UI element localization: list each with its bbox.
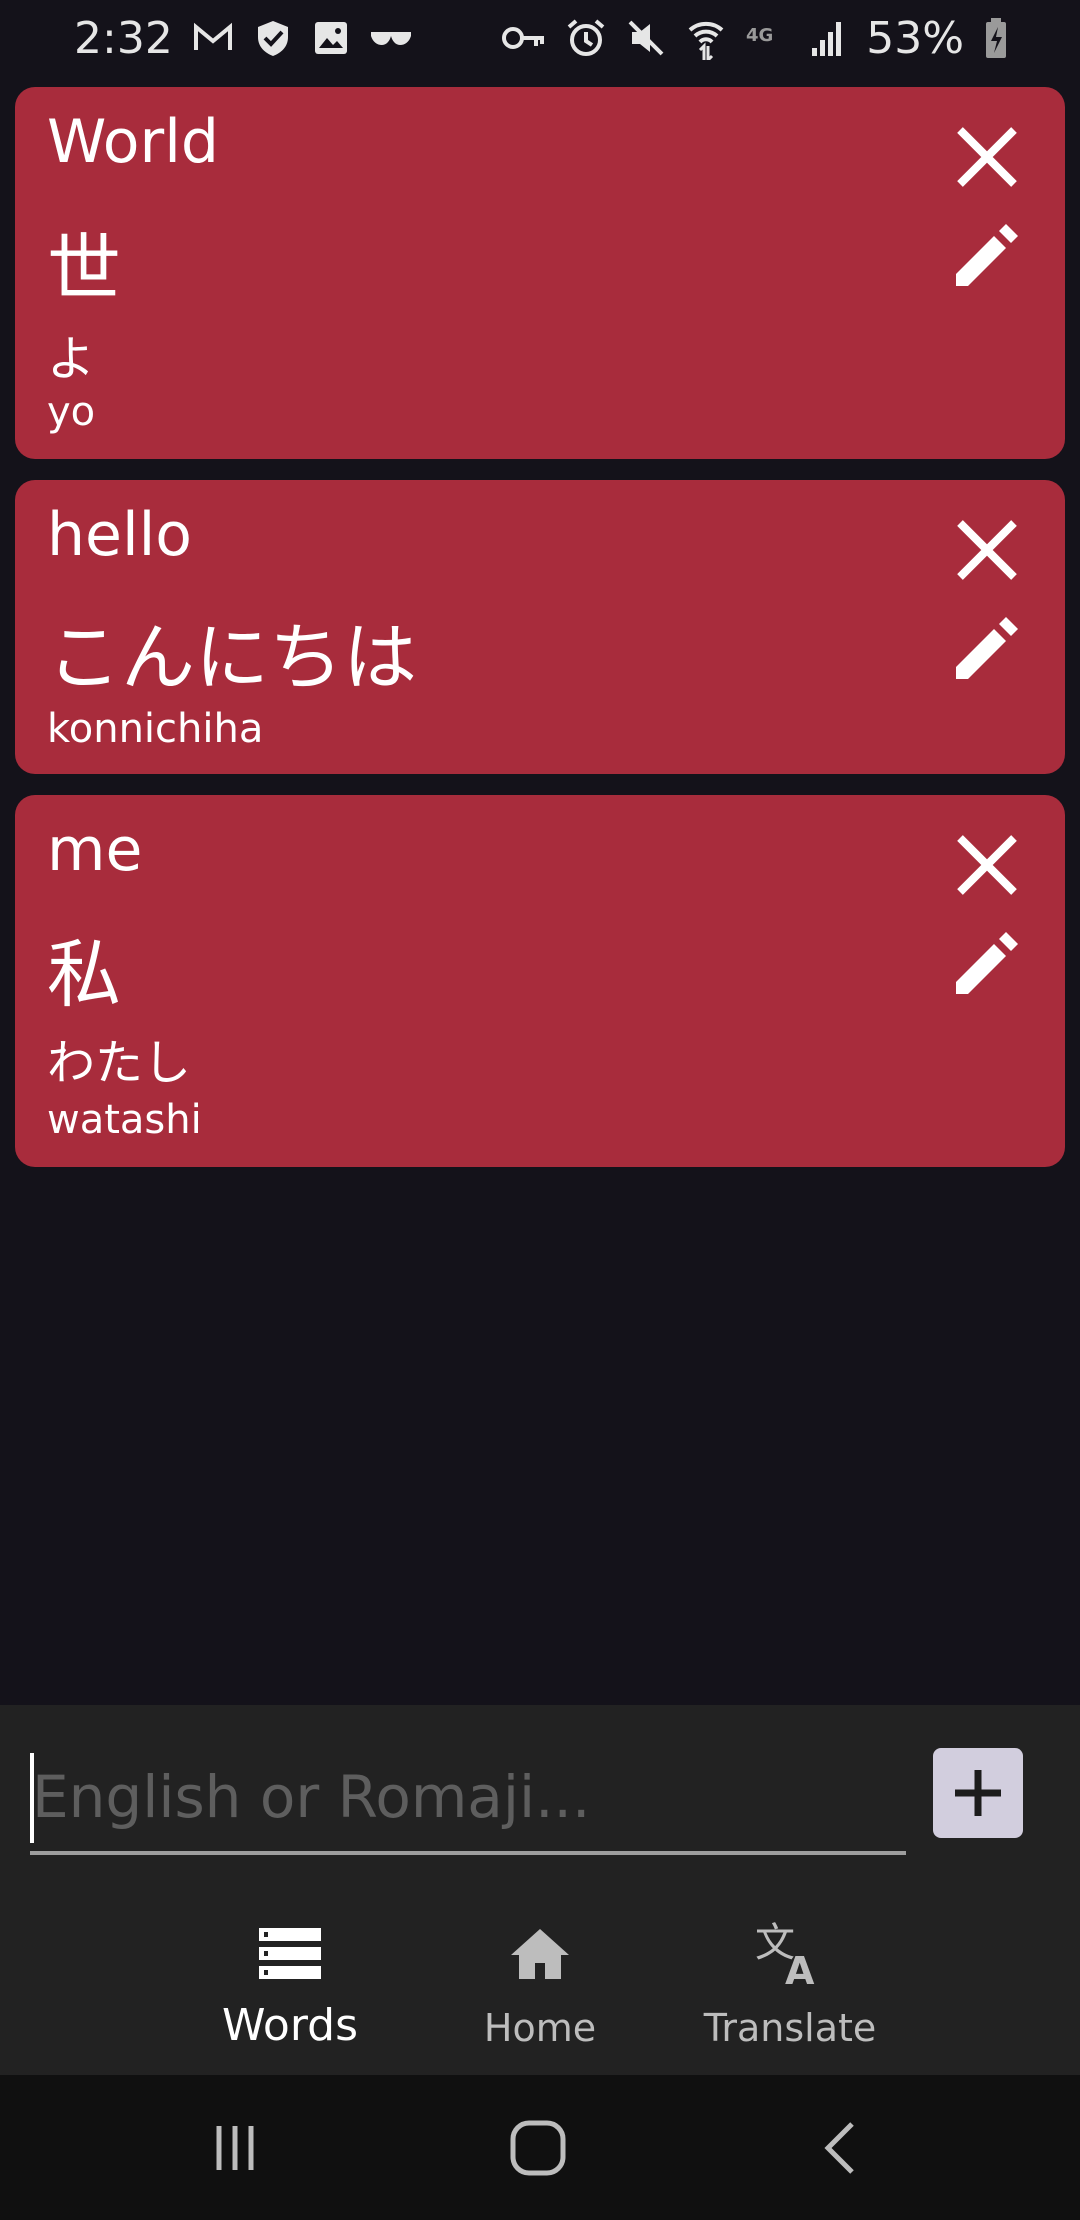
screen: 2:32 4G 53% World 世 よ yo hello こんにちは kon… bbox=[0, 0, 1080, 2220]
add-button[interactable] bbox=[933, 1748, 1023, 1838]
card-romaji: yo bbox=[47, 389, 96, 435]
svg-text:A: A bbox=[785, 1949, 815, 1986]
nav-item-words[interactable]: Words bbox=[160, 1914, 420, 2064]
word-input[interactable]: English or Romaji... bbox=[30, 1745, 906, 1855]
alarm-icon bbox=[566, 18, 606, 58]
signal-icon bbox=[810, 18, 846, 58]
delete-button[interactable] bbox=[949, 119, 1025, 195]
card-romaji: watashi bbox=[47, 1097, 202, 1143]
plus-icon bbox=[955, 1770, 1001, 1816]
card-kana: よ bbox=[47, 331, 96, 387]
card-romaji: konnichiha bbox=[47, 706, 264, 752]
mute-icon bbox=[626, 18, 666, 58]
wifi-icon bbox=[686, 16, 726, 60]
checkmark-shield-icon bbox=[253, 18, 293, 58]
word-card[interactable]: World 世 よ yo bbox=[15, 87, 1065, 459]
incognito-glasses-icon bbox=[369, 26, 413, 50]
word-card[interactable]: me 私 わたし watashi bbox=[15, 795, 1065, 1167]
status-left: 2:32 bbox=[74, 13, 413, 64]
pencil-icon bbox=[956, 224, 1018, 286]
battery-charging-icon bbox=[984, 17, 1008, 59]
card-kanji: こんにちは bbox=[47, 615, 417, 701]
status-bar: 2:32 4G 53% bbox=[0, 0, 1080, 76]
nav-label-translate: Translate bbox=[703, 2006, 877, 2050]
delete-button[interactable] bbox=[949, 827, 1025, 903]
delete-button[interactable] bbox=[949, 512, 1025, 588]
nav-label-home: Home bbox=[483, 2006, 597, 2050]
word-card[interactable]: hello こんにちは konnichiha bbox=[15, 480, 1065, 774]
close-icon bbox=[957, 835, 1017, 895]
back-button[interactable] bbox=[800, 2113, 880, 2183]
card-kanji: 私 bbox=[47, 932, 121, 1018]
back-arrow-icon bbox=[824, 2122, 854, 2174]
card-kana: わたし bbox=[47, 1035, 192, 1091]
pencil-icon bbox=[956, 617, 1018, 679]
recent-apps-icon bbox=[216, 2126, 254, 2170]
recent-apps-button[interactable] bbox=[196, 2113, 276, 2183]
status-time: 2:32 bbox=[74, 12, 173, 64]
home-icon bbox=[410, 1914, 670, 1994]
home-system-button[interactable] bbox=[498, 2113, 578, 2183]
edit-button[interactable] bbox=[949, 925, 1025, 1001]
card-kanji: 世 bbox=[47, 226, 121, 312]
list-icon bbox=[160, 1914, 420, 1994]
battery-percent: 53% bbox=[866, 12, 964, 64]
card-english: World bbox=[47, 107, 219, 177]
system-nav bbox=[0, 2075, 1080, 2220]
translate-icon: 文A bbox=[660, 1914, 920, 1994]
svg-text:4G: 4G bbox=[746, 25, 773, 46]
bottom-nav: Words Home 文A Translate bbox=[0, 1900, 1080, 2075]
4g-icon: 4G bbox=[746, 23, 790, 53]
card-english: me bbox=[47, 815, 143, 885]
status-right: 4G 53% bbox=[502, 13, 1008, 64]
edit-button[interactable] bbox=[949, 610, 1025, 686]
input-placeholder: English or Romaji... bbox=[32, 1763, 591, 1831]
pencil-icon bbox=[956, 932, 1018, 994]
close-icon bbox=[957, 127, 1017, 187]
close-icon bbox=[957, 520, 1017, 580]
image-icon bbox=[313, 20, 349, 56]
edit-button[interactable] bbox=[949, 217, 1025, 293]
nav-label-words: Words bbox=[221, 2000, 359, 2051]
card-english: hello bbox=[47, 500, 192, 570]
home-circle-icon bbox=[510, 2120, 566, 2176]
nav-item-home[interactable]: Home bbox=[410, 1914, 670, 2064]
input-panel: English or Romaji... bbox=[0, 1705, 1080, 1900]
nav-item-translate[interactable]: 文A Translate bbox=[660, 1914, 920, 2064]
key-icon bbox=[502, 24, 546, 52]
gmail-icon bbox=[193, 22, 233, 54]
